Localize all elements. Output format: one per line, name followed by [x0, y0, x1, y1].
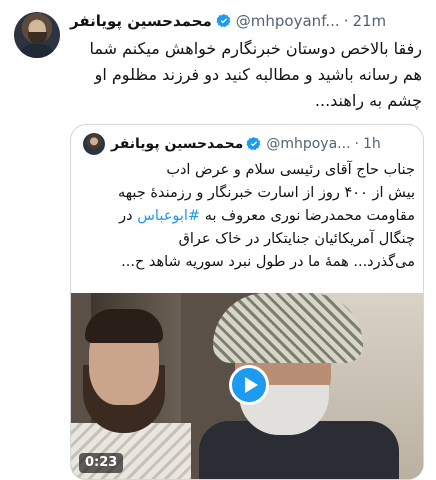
separator-dot: ·: [343, 12, 349, 30]
tweet[interactable]: محمدحسین پویانفر @mhpoyanf... · 21m رفقا…: [0, 0, 436, 480]
tweet-text-line: هم رسانه باشید و مطالبه کنید دو فرزند مظ…: [94, 65, 422, 84]
separator-dot: ·: [354, 136, 359, 152]
quoted-tweet-text: جناب حاج آقای رئیسی سلام و عرض ادب بیش ا…: [81, 159, 415, 274]
author-handle[interactable]: @mhpoyanf...: [236, 12, 340, 30]
tweet-header: محمدحسین پویانفر @mhpoyanf... · 21m: [70, 10, 430, 32]
tweet-text-line: چشم به راهند...: [314, 91, 422, 110]
hashtag-link[interactable]: #ابوعباس: [137, 208, 200, 224]
play-button[interactable]: [229, 365, 269, 405]
quoted-author-avatar: [83, 133, 105, 155]
quoted-text-line: بیش از ۴۰۰ روز از اسارت خبرنگار و رزمنده…: [117, 185, 415, 201]
tweet-text: رفقا بالاخص دوستان خبرنگارم خواهش میکنم …: [70, 36, 422, 114]
avatar-beard: [28, 32, 47, 44]
author-name[interactable]: محمدحسین پویانفر: [70, 12, 212, 30]
quoted-tweet-header: محمدحسین پویانفر @mhpoya... · 1h: [83, 133, 413, 155]
video-duration: 0:23: [79, 453, 124, 473]
quoted-tweet[interactable]: محمدحسین پویانفر @mhpoya... · 1h جناب حا…: [70, 124, 424, 480]
quoted-text-line: چنگال آمریکائیان جنایتکار در خاک عراق: [178, 231, 415, 247]
video-player[interactable]: 0:23: [71, 293, 423, 479]
author-avatar[interactable]: [14, 12, 60, 58]
verified-badge-icon: [246, 137, 261, 151]
quoted-author-name: محمدحسین پویانفر: [111, 136, 244, 152]
play-icon: [244, 377, 258, 393]
quoted-text-line: جناب حاج آقای رئیسی سلام و عرض ادب: [166, 162, 415, 178]
avatar-body: [19, 44, 55, 58]
quoted-text-line: مقاومت محمدرضا نوری معروف به #ابوعباس در: [81, 205, 415, 228]
verified-badge-icon: [216, 14, 231, 28]
quoted-text-segment: در: [119, 208, 138, 224]
quoted-text-segment: مقاومت محمدرضا نوری معروف به: [204, 208, 415, 224]
quoted-tweet-timestamp: 1h: [362, 136, 381, 152]
tweet-timestamp[interactable]: 21m: [352, 12, 386, 30]
quoted-author-handle: @mhpoya...: [266, 136, 351, 152]
quoted-text-line: می‌گذرد... همهٔ ما در طول نبرد سوریه شاه…: [121, 254, 415, 270]
tweet-text-line: رفقا بالاخص دوستان خبرنگارم خواهش میکنم …: [89, 39, 422, 58]
